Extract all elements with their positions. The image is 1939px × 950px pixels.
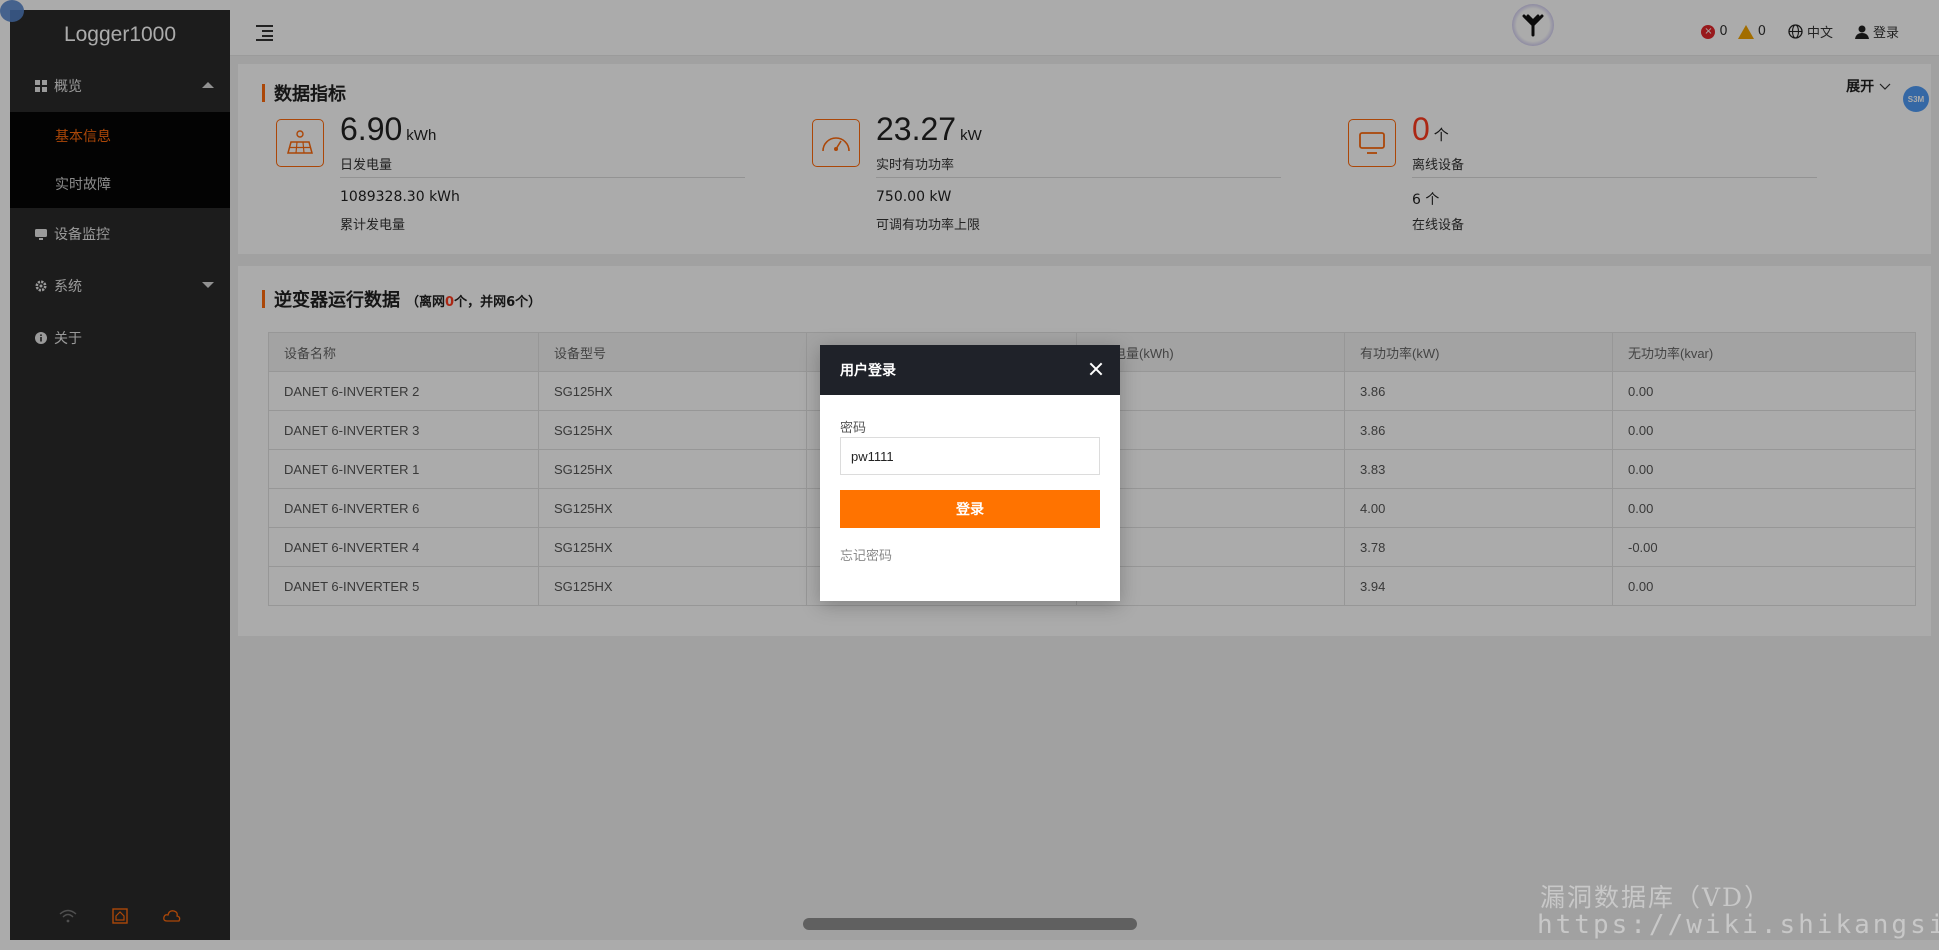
password-label: 密码	[840, 421, 867, 436]
watermark-url: https://wiki.shikangsi.com	[1537, 910, 1939, 940]
dialog-header: 用户登录	[820, 345, 1120, 395]
corner-dot	[0, 0, 24, 22]
app-root: Logger1000 概览 基本信息 实时故障 设备监控 系统 关于 × 0 0…	[0, 0, 1939, 950]
login-button[interactable]: 登录	[840, 490, 1100, 528]
password-field[interactable]	[840, 437, 1100, 475]
dialog-title: 用户登录	[840, 363, 896, 379]
watermark-title: 漏洞数据库（VD）	[1540, 883, 1772, 912]
login-dialog: 用户登录 密码 登录 忘记密码	[820, 345, 1120, 601]
horizontal-scrollbar[interactable]	[803, 918, 1137, 930]
close-icon[interactable]	[1088, 361, 1104, 377]
forgot-password-link[interactable]: 忘记密码	[840, 545, 892, 564]
